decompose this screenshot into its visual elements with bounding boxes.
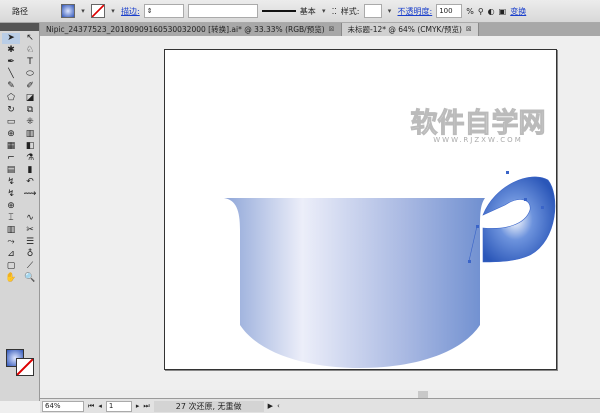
pot-body[interactable] bbox=[224, 198, 485, 368]
first-page-button[interactable]: ⏮ bbox=[88, 402, 94, 411]
zoom-field[interactable]: 64% bbox=[42, 400, 84, 412]
artwork: 软件自学网 WWW.RJZXW.COM bbox=[224, 107, 556, 368]
next-page-button[interactable]: ▸ bbox=[136, 402, 140, 410]
watermark-url: WWW.RJZXW.COM bbox=[433, 136, 523, 144]
horizontal-scrollbar[interactable] bbox=[40, 390, 600, 398]
status-bar: 64% ⏮ ◂ 1 ▸ ⏭ 27 次还原, 无重做 ▶ ‹ bbox=[40, 398, 600, 413]
scrollbar-thumb[interactable] bbox=[418, 391, 428, 398]
last-page-button[interactable]: ⏭ bbox=[143, 402, 149, 411]
pot-handle[interactable] bbox=[482, 176, 556, 263]
page-field[interactable]: 1 bbox=[105, 400, 132, 412]
scroll-left-arrow[interactable]: ‹ bbox=[277, 402, 280, 410]
watermark-title: 软件自学网 bbox=[411, 107, 546, 139]
status-menu-arrow[interactable]: ▶ bbox=[268, 402, 273, 410]
prev-page-button[interactable]: ◂ bbox=[98, 402, 102, 410]
status-message: 27 次还原, 无重做 bbox=[153, 400, 264, 412]
